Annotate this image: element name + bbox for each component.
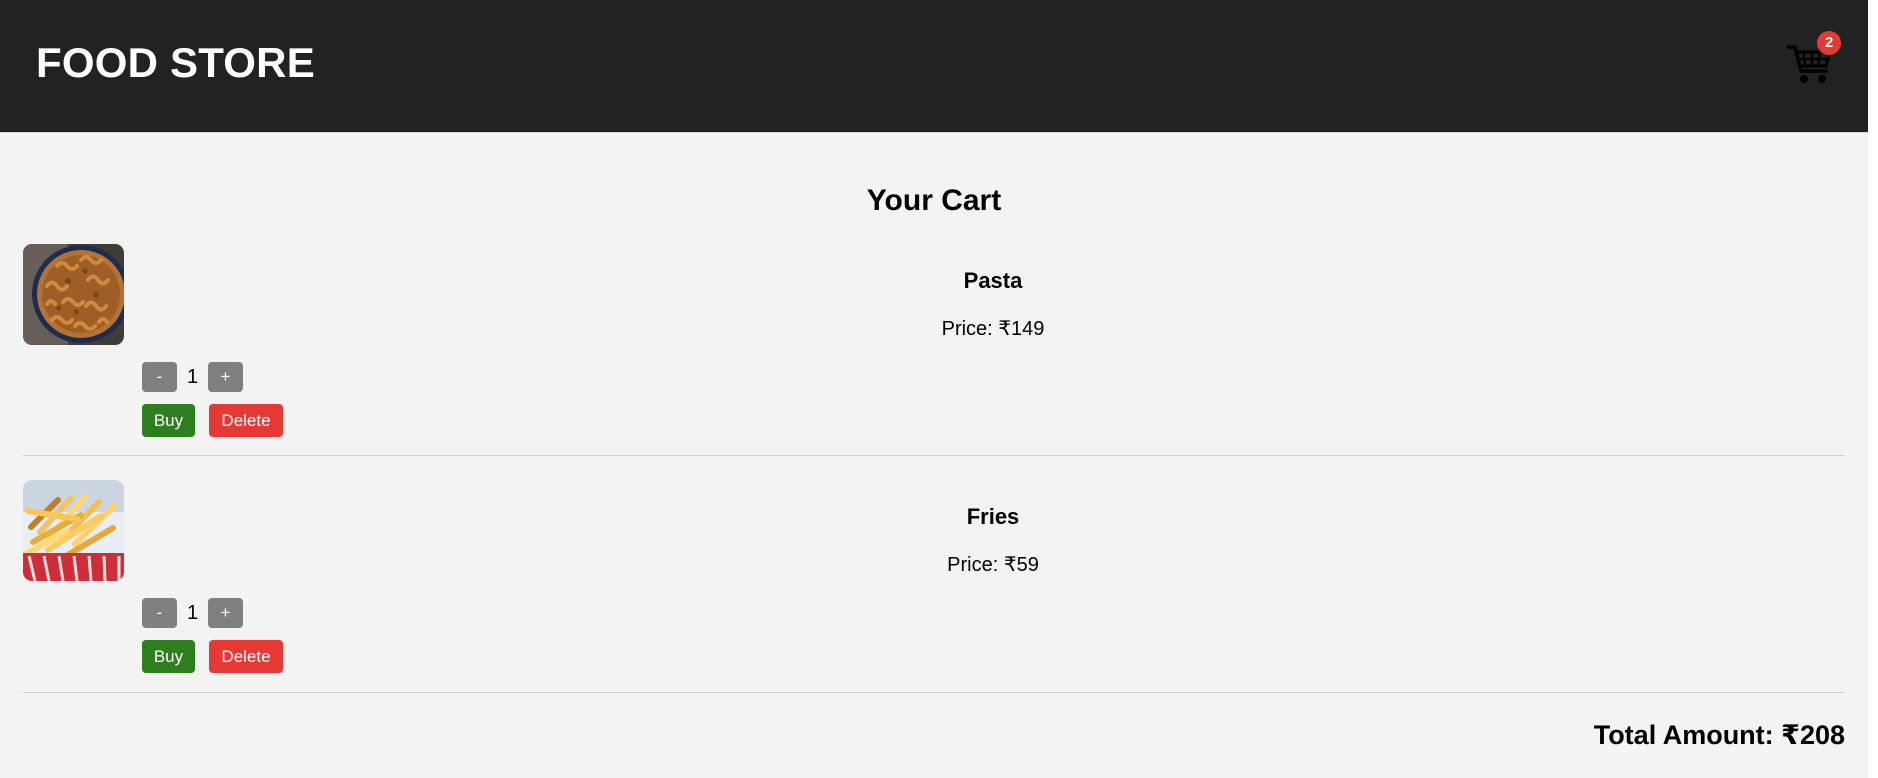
item-name: Fries [966, 504, 1020, 529]
buy-button[interactable]: Buy [142, 404, 195, 437]
total-amount: Total Amount: ₹208 [1593, 720, 1845, 750]
delete-button[interactable]: Delete [209, 640, 283, 673]
buy-button[interactable]: Buy [142, 640, 195, 673]
increase-quantity-button[interactable]: + [208, 362, 243, 392]
top-header: FOOD STORE 2 [0, 0, 1868, 133]
quantity-value: 1 [186, 366, 199, 388]
store-title: FOOD STORE [36, 39, 315, 86]
cart-button[interactable]: 2 [1786, 31, 1841, 87]
decrease-quantity-button[interactable]: - [142, 362, 177, 392]
quantity-value: 1 [186, 602, 199, 624]
page-title: Your Cart [866, 184, 1002, 217]
item-price: Price: ₹149 [941, 318, 1045, 340]
quantity-stepper: - 1 + [142, 598, 267, 628]
item-actions: Buy Delete [142, 404, 302, 437]
item-price: Price: ₹59 [947, 554, 1039, 576]
cart-page: FOOD STORE 2 Your Cart Pasta Price: ₹149… [0, 0, 1878, 778]
item-divider [23, 455, 1845, 456]
page-right-edge [1868, 0, 1878, 778]
cart-item-fries: Fries Price: ₹59 - 1 + Buy Delete [23, 480, 1845, 697]
quantity-stepper: - 1 + [142, 362, 267, 392]
item-actions: Buy Delete [142, 640, 302, 673]
cart-item-pasta: Pasta Price: ₹149 - 1 + Buy Delete [23, 244, 1845, 461]
item-divider [23, 692, 1845, 693]
delete-button[interactable]: Delete [209, 404, 283, 437]
decrease-quantity-button[interactable]: - [142, 598, 177, 628]
cart-count-badge: 2 [1817, 31, 1841, 55]
increase-quantity-button[interactable]: + [208, 598, 243, 628]
item-name: Pasta [963, 268, 1023, 293]
